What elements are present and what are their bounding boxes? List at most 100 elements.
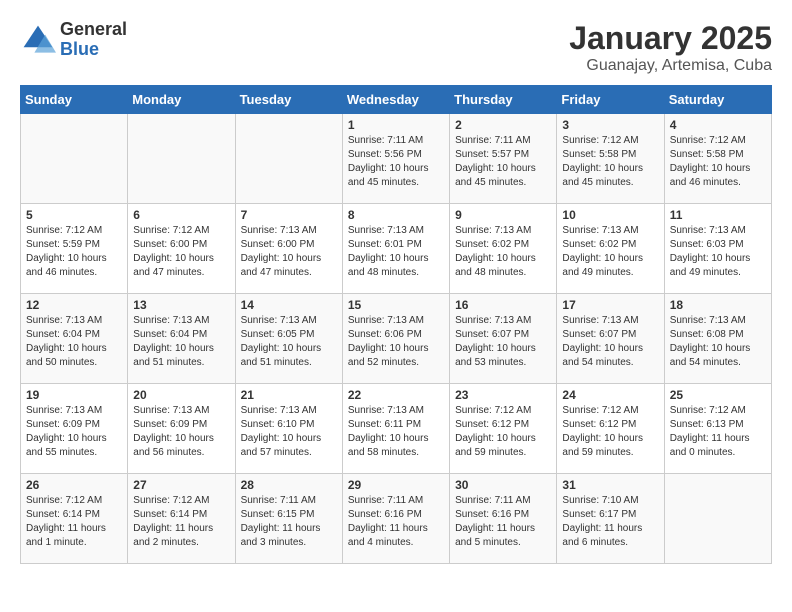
calendar-cell: 5 Sunrise: 7:12 AM Sunset: 5:59 PM Daylig…	[21, 204, 128, 294]
cell-info: Sunrise: 7:12 AM Sunset: 6:14 PM Dayligh…	[133, 494, 229, 550]
calendar-cell: 28Sunrise: 7:11 AM Sunset: 6:15 PM Dayli…	[235, 474, 342, 564]
day-number: 11	[670, 208, 766, 222]
calendar-cell: 18 Sunrise: 7:13 AM Sunset: 6:08 PM Dayli…	[664, 294, 771, 384]
calendar-cell: 14 Sunrise: 7:13 AM Sunset: 6:05 PM Dayli…	[235, 294, 342, 384]
calendar-cell: 11 Sunrise: 7:13 AM Sunset: 6:03 PM Dayli…	[664, 204, 771, 294]
cell-info: Sunrise: 7:11 AM Sunset: 6:16 PM Dayligh…	[455, 494, 551, 550]
logo-general: General	[60, 20, 127, 40]
calendar-week-row: 19 Sunrise: 7:13 AM Sunset: 6:09 PM Dayli…	[21, 384, 772, 474]
calendar-cell	[664, 474, 771, 564]
header-friday: Friday	[557, 86, 664, 114]
day-number: 19	[26, 388, 122, 402]
cell-info: Sunrise: 7:10 AM Sunset: 6:17 PM Dayligh…	[562, 494, 658, 550]
cell-info: Sunrise: 7:11 AM Sunset: 5:57 PM Dayligh…	[455, 134, 551, 190]
day-number: 27	[133, 478, 229, 492]
calendar-cell: 24Sunrise: 7:12 AM Sunset: 6:12 PM Dayli…	[557, 384, 664, 474]
calendar-cell: 15 Sunrise: 7:13 AM Sunset: 6:06 PM Dayli…	[342, 294, 449, 384]
header-saturday: Saturday	[664, 86, 771, 114]
calendar-cell: 21 Sunrise: 7:13 AM Sunset: 6:10 PM Dayli…	[235, 384, 342, 474]
cell-info: Sunrise: 7:13 AM Sunset: 6:07 PM Dayligh…	[562, 314, 658, 370]
logo-icon	[20, 22, 56, 58]
header-sunday: Sunday	[21, 86, 128, 114]
cell-info: Sunrise: 7:12 AM Sunset: 5:59 PM Dayligh…	[26, 224, 122, 280]
cell-info: Sunrise: 7:13 AM Sunset: 6:09 PM Dayligh…	[133, 404, 229, 460]
day-number: 18	[670, 298, 766, 312]
header-monday: Monday	[128, 86, 235, 114]
logo-text: General Blue	[60, 20, 127, 60]
cell-info: Sunrise: 7:13 AM Sunset: 6:03 PM Dayligh…	[670, 224, 766, 280]
cell-info: Sunrise: 7:11 AM Sunset: 6:15 PM Dayligh…	[241, 494, 337, 550]
cell-info: Sunrise: 7:13 AM Sunset: 6:08 PM Dayligh…	[670, 314, 766, 370]
day-number: 1	[348, 118, 444, 132]
title-block: January 2025 Guanajay, Artemisa, Cuba	[569, 20, 772, 75]
calendar-week-row: 12 Sunrise: 7:13 AM Sunset: 6:04 PM Dayli…	[21, 294, 772, 384]
day-number: 5	[26, 208, 122, 222]
day-number: 22	[348, 388, 444, 402]
calendar-week-row: 5 Sunrise: 7:12 AM Sunset: 5:59 PM Daylig…	[21, 204, 772, 294]
calendar-table: SundayMondayTuesdayWednesdayThursdayFrid…	[20, 85, 772, 564]
day-number: 8	[348, 208, 444, 222]
calendar-cell: 13Sunrise: 7:13 AM Sunset: 6:04 PM Dayli…	[128, 294, 235, 384]
day-number: 13	[133, 298, 229, 312]
cell-info: Sunrise: 7:12 AM Sunset: 5:58 PM Dayligh…	[562, 134, 658, 190]
logo: General Blue	[20, 20, 127, 60]
cell-info: Sunrise: 7:12 AM Sunset: 6:12 PM Dayligh…	[455, 404, 551, 460]
calendar-cell: 2 Sunrise: 7:11 AM Sunset: 5:57 PM Daylig…	[450, 114, 557, 204]
cell-info: Sunrise: 7:13 AM Sunset: 6:07 PM Dayligh…	[455, 314, 551, 370]
calendar-cell: 31 Sunrise: 7:10 AM Sunset: 6:17 PM Dayli…	[557, 474, 664, 564]
calendar-cell: 16 Sunrise: 7:13 AM Sunset: 6:07 PM Dayli…	[450, 294, 557, 384]
calendar-week-row: 26 Sunrise: 7:12 AM Sunset: 6:14 PM Dayli…	[21, 474, 772, 564]
day-number: 25	[670, 388, 766, 402]
day-number: 29	[348, 478, 444, 492]
header-thursday: Thursday	[450, 86, 557, 114]
cell-info: Sunrise: 7:13 AM Sunset: 6:09 PM Dayligh…	[26, 404, 122, 460]
cell-info: Sunrise: 7:12 AM Sunset: 6:00 PM Dayligh…	[133, 224, 229, 280]
day-number: 15	[348, 298, 444, 312]
day-number: 2	[455, 118, 551, 132]
cell-info: Sunrise: 7:12 AM Sunset: 6:14 PM Dayligh…	[26, 494, 122, 550]
cell-info: Sunrise: 7:11 AM Sunset: 5:56 PM Dayligh…	[348, 134, 444, 190]
cell-info: Sunrise: 7:12 AM Sunset: 6:13 PM Dayligh…	[670, 404, 766, 460]
day-number: 16	[455, 298, 551, 312]
calendar-header-row: SundayMondayTuesdayWednesdayThursdayFrid…	[21, 86, 772, 114]
page-header: General Blue January 2025 Guanajay, Arte…	[20, 20, 772, 75]
cell-info: Sunrise: 7:13 AM Sunset: 6:05 PM Dayligh…	[241, 314, 337, 370]
calendar-cell: 25 Sunrise: 7:12 AM Sunset: 6:13 PM Dayli…	[664, 384, 771, 474]
day-number: 26	[26, 478, 122, 492]
day-number: 20	[133, 388, 229, 402]
calendar-cell: 6Sunrise: 7:12 AM Sunset: 6:00 PM Daylig…	[128, 204, 235, 294]
cell-info: Sunrise: 7:13 AM Sunset: 6:00 PM Dayligh…	[241, 224, 337, 280]
day-number: 10	[562, 208, 658, 222]
header-tuesday: Tuesday	[235, 86, 342, 114]
day-number: 4	[670, 118, 766, 132]
cell-info: Sunrise: 7:13 AM Sunset: 6:02 PM Dayligh…	[455, 224, 551, 280]
logo-blue: Blue	[60, 40, 127, 60]
location: Guanajay, Artemisa, Cuba	[569, 57, 772, 75]
day-number: 30	[455, 478, 551, 492]
day-number: 21	[241, 388, 337, 402]
calendar-cell: 20 Sunrise: 7:13 AM Sunset: 6:09 PM Dayli…	[128, 384, 235, 474]
day-number: 17	[562, 298, 658, 312]
calendar-week-row: 1 Sunrise: 7:11 AM Sunset: 5:56 PM Daylig…	[21, 114, 772, 204]
cell-info: Sunrise: 7:12 AM Sunset: 6:12 PM Dayligh…	[562, 404, 658, 460]
cell-info: Sunrise: 7:13 AM Sunset: 6:04 PM Dayligh…	[26, 314, 122, 370]
calendar-cell	[21, 114, 128, 204]
calendar-cell: 7 Sunrise: 7:13 AM Sunset: 6:00 PM Daylig…	[235, 204, 342, 294]
calendar-cell	[128, 114, 235, 204]
calendar-cell: 10 Sunrise: 7:13 AM Sunset: 6:02 PM Dayli…	[557, 204, 664, 294]
cell-info: Sunrise: 7:13 AM Sunset: 6:02 PM Dayligh…	[562, 224, 658, 280]
cell-info: Sunrise: 7:13 AM Sunset: 6:10 PM Dayligh…	[241, 404, 337, 460]
cell-info: Sunrise: 7:13 AM Sunset: 6:11 PM Dayligh…	[348, 404, 444, 460]
day-number: 7	[241, 208, 337, 222]
day-number: 12	[26, 298, 122, 312]
day-number: 23	[455, 388, 551, 402]
calendar-cell: 4Sunrise: 7:12 AM Sunset: 5:58 PM Daylig…	[664, 114, 771, 204]
calendar-cell: 30 Sunrise: 7:11 AM Sunset: 6:16 PM Dayli…	[450, 474, 557, 564]
header-wednesday: Wednesday	[342, 86, 449, 114]
day-number: 14	[241, 298, 337, 312]
day-number: 31	[562, 478, 658, 492]
calendar-cell: 9 Sunrise: 7:13 AM Sunset: 6:02 PM Daylig…	[450, 204, 557, 294]
day-number: 9	[455, 208, 551, 222]
cell-info: Sunrise: 7:11 AM Sunset: 6:16 PM Dayligh…	[348, 494, 444, 550]
cell-info: Sunrise: 7:13 AM Sunset: 6:06 PM Dayligh…	[348, 314, 444, 370]
